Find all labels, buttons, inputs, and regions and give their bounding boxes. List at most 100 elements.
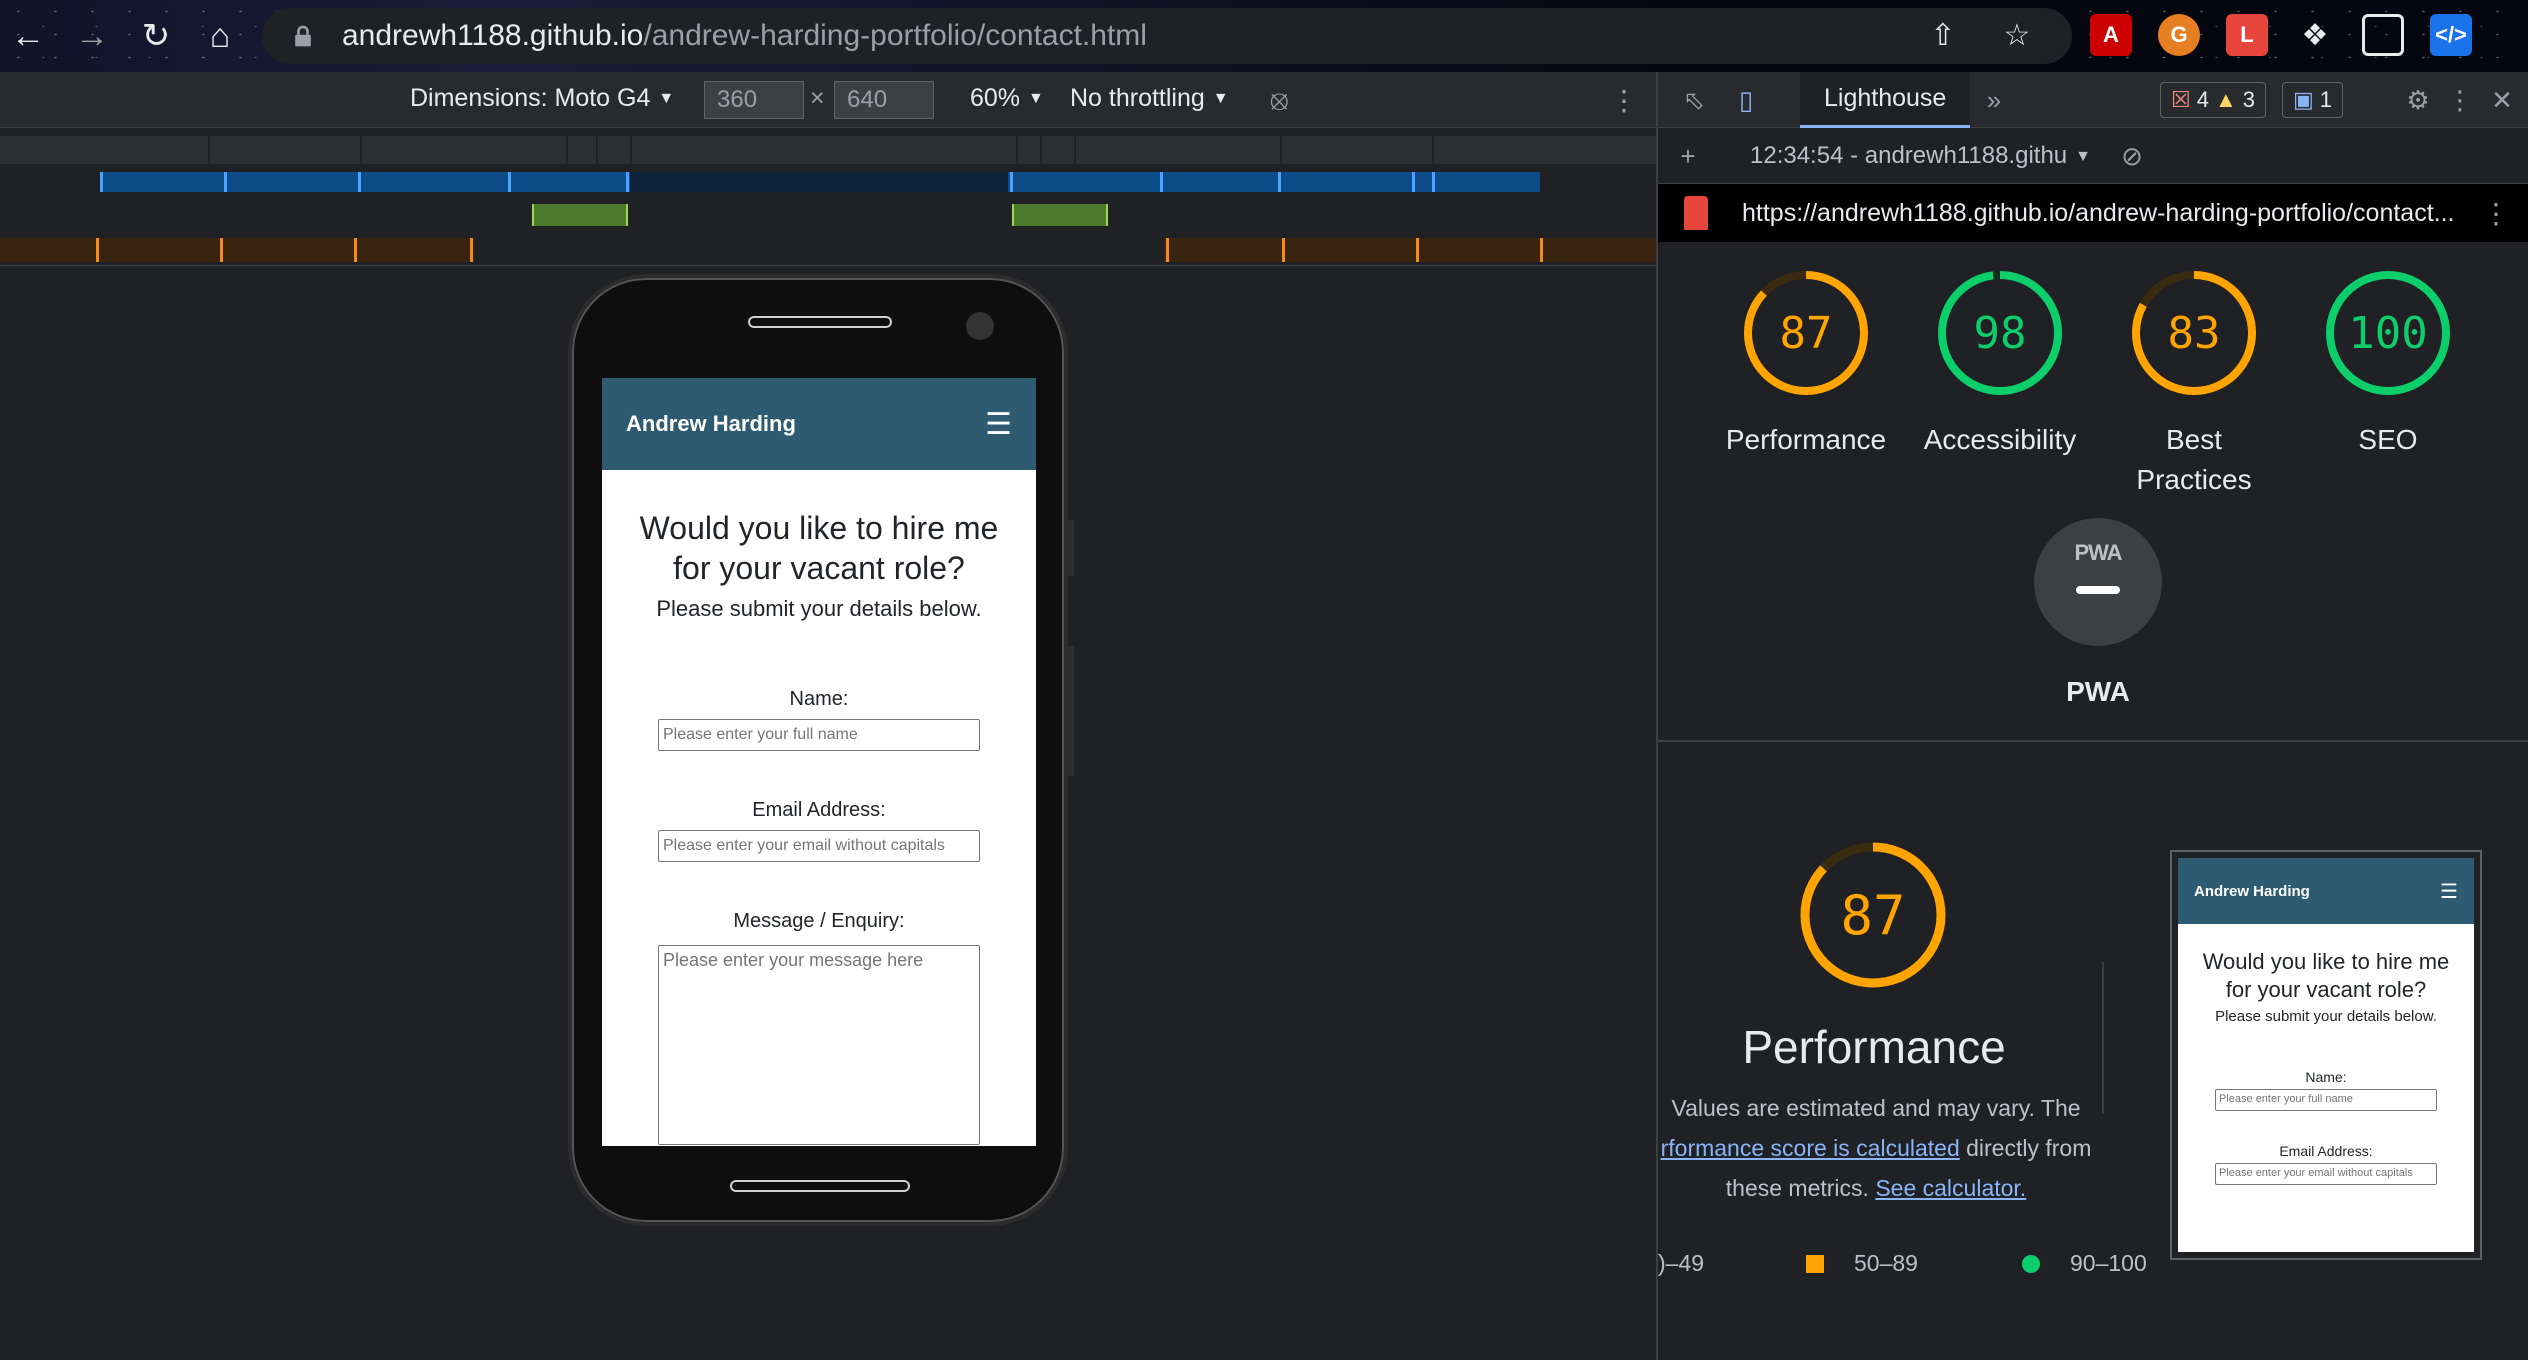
more-options-icon[interactable]: ⋮ (1610, 84, 1638, 117)
gear-icon[interactable]: ⚙ (2400, 82, 2436, 118)
issues-badge[interactable]: ☒ 4 ▲ 3 (2160, 82, 2267, 118)
gauge-label: Best Practices (2136, 424, 2252, 495)
device-toggle-icon[interactable]: ▯ (1728, 82, 1764, 118)
grammarly-extension-icon[interactable]: G (2158, 14, 2200, 56)
rotate-icon[interactable]: ⦻ (1270, 84, 1289, 117)
back-arrow-icon[interactable]: ← (6, 14, 50, 58)
legend-poor: )–49 (1658, 1250, 1705, 1276)
gauge-best-practices[interactable]: 83 Best Practices (2094, 268, 2294, 500)
name-label: Name: (789, 688, 849, 710)
dev-extension-icon[interactable]: </> (2430, 14, 2472, 56)
performance-description: Values are estimated and may vary. The r… (1660, 1095, 2092, 1201)
page-subheading: Please submit your details below. (656, 596, 982, 621)
devtools-panel: ⬁ ▯ Lighthouse » ☒ 4 ▲ 3 ▣ 1 ⚙ ⋮ ✕ + 12:34:… (1656, 72, 2528, 1360)
breakpoint-row[interactable] (0, 136, 1656, 164)
home-icon[interactable]: ⌂ (198, 14, 242, 58)
browser-window: ← → ↻ ⌂ andrewh1188.github.io/andrew-har… (0, 0, 2528, 1360)
name-input[interactable]: Please enter your full name (658, 719, 980, 751)
site-brand[interactable]: Andrew Harding (626, 411, 796, 437)
extensions-puzzle-icon[interactable]: ❖ (2294, 14, 2336, 56)
performance-section: 87 Performance Values are estimated and … (1658, 742, 2528, 1360)
average-square-icon (1806, 1254, 1824, 1273)
clear-icon[interactable]: ⊘ (2114, 138, 2150, 174)
good-circle-icon (2022, 1254, 2040, 1273)
zoom-select[interactable]: 60% ▼ (970, 84, 1044, 113)
message-textarea[interactable]: Please enter your message here (658, 945, 980, 1145)
pwa-badge-icon: PWA (2074, 540, 2122, 565)
close-icon[interactable]: ✕ (2484, 82, 2520, 118)
browser-toolbar: ← → ↻ ⌂ andrewh1188.github.io/andrew-har… (0, 0, 2528, 72)
dropdown-caret-icon: ▼ (658, 90, 675, 108)
lighthouse-logo-icon (1684, 196, 1708, 230)
lighthouse-toolbar: + 12:34:54 - andrewh1188.githu ▼ ⊘ (1658, 128, 2528, 184)
report-url[interactable]: https://andrewh1188.github.io/andrew-har… (1742, 199, 2454, 228)
page-subheading: Please submit your details below. (2215, 1008, 2437, 1025)
gauge-accessibility[interactable]: 98 Accessibility (1900, 268, 2100, 460)
tab-lighthouse[interactable]: Lighthouse (1800, 72, 1971, 128)
devtools-tabbar: ⬁ ▯ Lighthouse » ☒ 4 ▲ 3 ▣ 1 ⚙ ⋮ ✕ (1658, 72, 2528, 128)
page-heading: Would you like to hire me for your vacan… (2202, 949, 2450, 1002)
see-calculator-link[interactable]: See calculator. (1875, 1175, 2026, 1201)
report-select[interactable]: 12:34:54 - andrewh1188.githu ▼ (1750, 142, 2091, 170)
device-toolbar: Dimensions: Moto G4 ▼ 360 × 640 60% ▼ No t… (0, 72, 1656, 128)
min-max-media-bar[interactable] (532, 204, 628, 226)
email-label: Email Address: (2279, 1143, 2373, 1159)
reload-icon[interactable]: ↻ (134, 14, 178, 58)
plus-icon[interactable]: + (1670, 138, 1706, 174)
min-max-media-bar[interactable] (1012, 204, 1108, 226)
dimension-separator: × (810, 84, 825, 112)
warning-icon: ▲ (2214, 87, 2237, 112)
score-gauges: 87 Performance 98 Accessibility 83 Best … (1658, 242, 2528, 742)
error-icon: ☒ (2171, 87, 2191, 112)
report-url-bar: https://andrewh1188.github.io/andrew-har… (1658, 184, 2528, 242)
device-screen: Andrew Harding ☰ Would you like to hire … (602, 378, 1036, 1146)
dropdown-caret-icon: ▼ (1212, 90, 1229, 108)
site-navbar: Andrew Harding ☰ (602, 378, 1036, 470)
dropdown-caret-icon: ▼ (2075, 147, 2091, 165)
more-options-icon[interactable]: ⋮ (2482, 197, 2510, 230)
hamburger-menu-icon: ☰ (2440, 880, 2458, 903)
page-screenshot-thumbnail[interactable]: Andrew Harding ☰ Would you like to hire … (2170, 850, 2482, 1260)
message-label: Message / Enquiry: (733, 910, 905, 932)
min-width-media-bar[interactable] (0, 238, 474, 262)
gauge-label: PWA (2066, 676, 2130, 707)
gauge-performance[interactable]: 87 Performance (1706, 268, 1906, 460)
address-bar[interactable]: andrewh1188.github.io/andrew-harding-por… (262, 8, 2072, 64)
legend-good: 90–100 (2022, 1250, 2147, 1277)
screen-capture-icon[interactable] (2362, 14, 2404, 56)
site-brand: Andrew Harding (2194, 882, 2310, 900)
email-input[interactable]: Please enter your email without capitals (658, 830, 980, 862)
dropdown-caret-icon: ▼ (1028, 90, 1044, 108)
share-icon[interactable]: ⇧ (1926, 18, 1960, 52)
device-select[interactable]: Dimensions: Moto G4 ▼ (410, 84, 674, 113)
max-width-media-bar[interactable] (1008, 172, 1540, 192)
throttling-select[interactable]: No throttling ▼ (1070, 84, 1229, 113)
gauge-seo[interactable]: 100 SEO (2288, 268, 2488, 460)
email-input: Please enter your email without capitals (2215, 1163, 2437, 1185)
media-query-bars (0, 128, 1656, 266)
width-input[interactable]: 360 (704, 81, 804, 119)
contact-form: Would you like to hire me for your vacan… (602, 470, 1036, 1145)
gauge-score: 87 (1779, 307, 1833, 359)
gauge-pwa[interactable]: PWA PWA (1998, 518, 2198, 712)
hamburger-menu-icon[interactable]: ☰ (985, 407, 1012, 442)
forward-arrow-icon[interactable]: → (70, 14, 114, 58)
legend-average: 50–89 (1806, 1250, 1918, 1277)
max-width-media-bar[interactable] (100, 172, 630, 192)
performance-title: Performance (1742, 1021, 2006, 1073)
page-heading: Would you like to hire me for your vacan… (639, 510, 999, 586)
more-tabs-icon[interactable]: » (1976, 82, 2012, 118)
more-options-icon[interactable]: ⋮ (2442, 82, 2478, 118)
lighthouse-extension-icon[interactable]: L (2226, 14, 2268, 56)
name-input: Please enter your full name (2215, 1089, 2437, 1111)
pdf-extension-icon[interactable]: A (2090, 14, 2132, 56)
performance-gauge-large: 87 (1798, 840, 1948, 990)
gauge-score: 98 (1973, 307, 2027, 359)
inspect-element-icon[interactable]: ⬁ (1676, 82, 1712, 118)
height-input[interactable]: 640 (834, 81, 934, 119)
min-width-media-bar[interactable] (1164, 238, 1656, 262)
messages-badge[interactable]: ▣ 1 (2282, 82, 2344, 118)
bookmark-star-icon[interactable]: ☆ (2000, 18, 2034, 52)
lock-icon (295, 25, 311, 47)
score-calculation-link[interactable]: rformance score is calculated (1661, 1135, 1960, 1161)
